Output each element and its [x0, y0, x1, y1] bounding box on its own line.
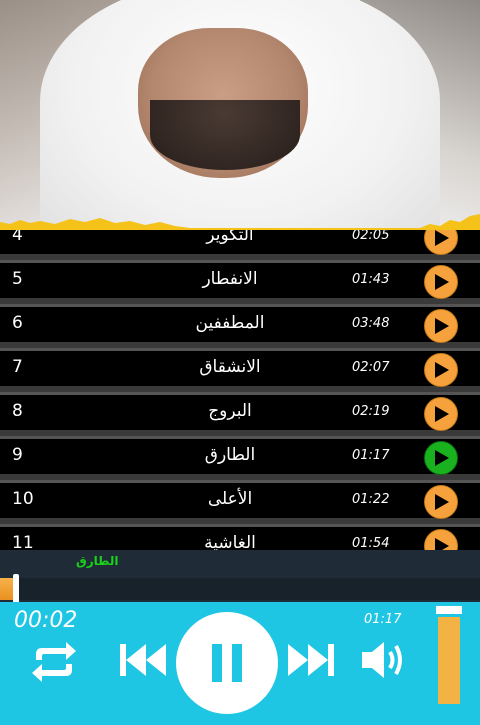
play-icon[interactable] [424, 485, 458, 519]
track-row[interactable]: 8 البروج 02:19 [0, 392, 480, 431]
play-icon[interactable] [424, 441, 458, 475]
previous-icon[interactable] [118, 642, 168, 678]
track-duration: 02:05 [352, 230, 390, 243]
next-icon[interactable] [286, 642, 336, 678]
seek-handle[interactable] [13, 574, 19, 604]
play-icon[interactable] [424, 353, 458, 387]
track-row[interactable]: 10 الأعلى 01:22 [0, 480, 480, 519]
volume-handle[interactable] [436, 606, 462, 614]
volume-slider[interactable] [438, 617, 460, 704]
track-number: 6 [12, 313, 23, 333]
player-controls: 00:02 01:17 [0, 602, 480, 725]
repeat-icon[interactable] [28, 640, 80, 684]
track-duration: 01:54 [352, 536, 390, 550]
track-duration: 03:48 [352, 316, 390, 331]
track-title: التكوير [206, 230, 254, 245]
track-number: 10 [12, 489, 34, 509]
pause-icon [212, 644, 242, 682]
total-time: 01:17 [364, 612, 402, 627]
track-row[interactable]: 11 الغاشية 01:54 [0, 524, 480, 550]
track-number: 9 [12, 445, 23, 465]
track-list[interactable]: 4 التكوير 02:05 5 الانفطار 01:43 6 المطففين 03:4… [0, 230, 480, 550]
pause-button[interactable] [176, 612, 278, 714]
track-number: 8 [12, 401, 23, 421]
seek-track[interactable] [0, 578, 480, 600]
track-duration: 02:07 [352, 360, 390, 375]
reciter-photo [0, 0, 480, 230]
play-icon[interactable] [424, 397, 458, 431]
track-duration: 02:19 [352, 404, 390, 419]
progress-strip: الطارق [0, 550, 480, 604]
track-row[interactable]: 9 الطارق 01:17 [0, 436, 480, 475]
track-number: 4 [12, 230, 23, 245]
track-row[interactable]: 6 المطففين 03:48 [0, 304, 480, 343]
track-number: 5 [12, 269, 23, 289]
elapsed-time: 00:02 [14, 608, 78, 633]
track-number: 11 [12, 533, 34, 550]
track-duration: 01:17 [352, 448, 390, 463]
now-playing-title: الطارق [76, 554, 119, 568]
photo-beard [150, 100, 300, 170]
track-row[interactable]: 7 الانشقاق 02:07 [0, 348, 480, 387]
track-title: الانفطار [202, 269, 258, 289]
track-title: البروج [208, 401, 252, 421]
track-title: الأعلى [207, 489, 253, 509]
audio-visualizer [0, 214, 480, 230]
track-title: الغاشية [204, 533, 256, 550]
play-icon[interactable] [424, 529, 458, 550]
play-icon[interactable] [424, 309, 458, 343]
track-row[interactable]: 4 التكوير 02:05 [0, 230, 480, 255]
track-row[interactable]: 5 الانفطار 01:43 [0, 260, 480, 299]
volume-icon[interactable] [360, 638, 410, 682]
track-duration: 01:22 [352, 492, 390, 507]
track-number: 7 [12, 357, 23, 377]
track-title: الطارق [204, 445, 256, 465]
track-title: الانشقاق [199, 357, 261, 377]
play-icon[interactable] [424, 230, 458, 255]
seek-fill [0, 578, 14, 600]
track-title: المطففين [195, 313, 265, 333]
track-duration: 01:43 [352, 272, 390, 287]
play-icon[interactable] [424, 265, 458, 299]
